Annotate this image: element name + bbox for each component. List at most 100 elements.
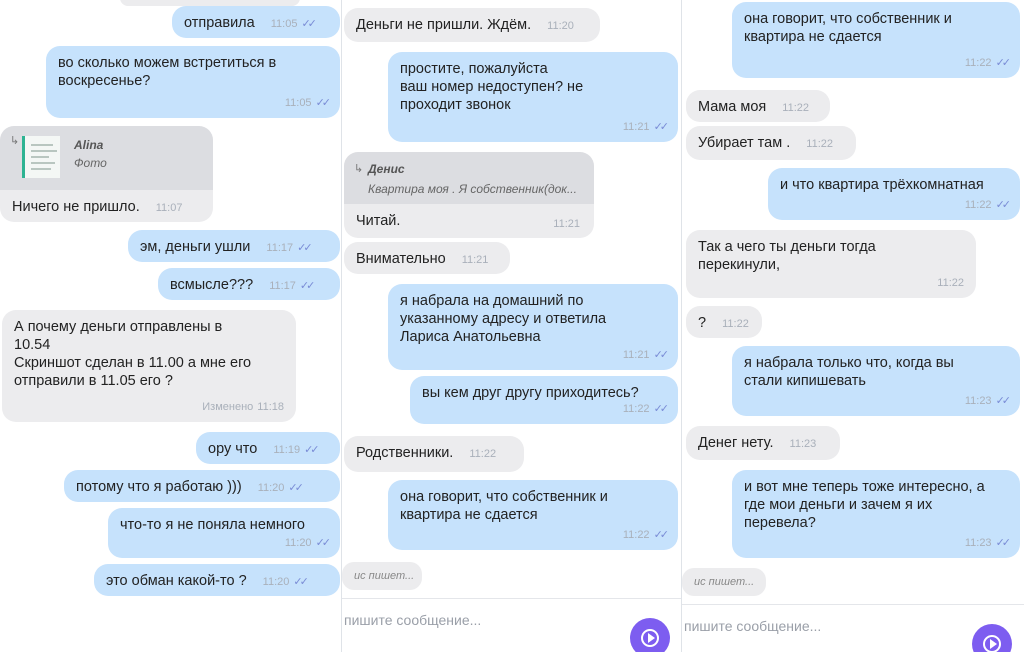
message-bubble[interactable]: это обман какой-то ? 11:20 ✓✓ — [94, 564, 340, 596]
message-text: Мама моя — [698, 99, 767, 115]
message-text: ору что — [208, 441, 258, 457]
message-text: я набрала только что, когда вы стали кип… — [744, 355, 954, 389]
message-bubble[interactable]: Денег нету. 11:23 — [686, 426, 840, 460]
message-time: 11:21 — [461, 254, 489, 266]
compose-divider — [342, 598, 682, 599]
send-voice-button[interactable] — [972, 624, 1012, 652]
message-time: 11:05 — [284, 97, 312, 109]
message-text: она говорит, что собственник и квартира … — [744, 11, 952, 45]
reply-author: Денис — [368, 162, 405, 176]
double-check-icon: ✓✓ — [995, 57, 1012, 69]
reply-preview: Квартира моя . Я собственник(док... — [368, 182, 577, 196]
double-check-icon: ✓✓ — [653, 403, 670, 415]
message-text: ? — [698, 315, 707, 331]
message-text: Деньги не пришли. Ждём. — [356, 17, 532, 33]
reply-arrow-icon: ↳ — [354, 163, 364, 175]
message-bubble[interactable]: Читай. 11:21 — [344, 204, 594, 238]
message-text: Читай. — [356, 213, 401, 229]
message-bubble[interactable]: Так а чего ты деньги тогда перекинули, 1… — [686, 230, 976, 298]
message-bubble[interactable]: и что квартира трёхкомнатная 11:22 ✓✓ — [768, 168, 1020, 220]
message-text: Денег нету. — [698, 435, 774, 451]
message-time: 11:22 — [964, 57, 992, 69]
message-text: отправила — [184, 15, 255, 31]
message-text: Так а чего ты деньги тогда перекинули, — [698, 239, 876, 273]
double-check-icon: ✓✓ — [315, 97, 332, 109]
message-bubble[interactable]: она говорит, что собственник и квартира … — [732, 2, 1020, 78]
message-time: 11:22 — [622, 529, 650, 541]
reply-author: Alina — [74, 138, 104, 152]
message-bubble[interactable]: во сколько можем встретиться в воскресен… — [46, 46, 340, 118]
message-bubble[interactable]: и вот мне теперь тоже интересно, а где м… — [732, 470, 1020, 558]
message-bubble[interactable]: она говорит, что собственник и квартира … — [388, 480, 678, 550]
double-check-icon: ✓✓ — [301, 18, 317, 30]
reply-arrow-icon: ↳ — [10, 135, 20, 147]
compose-divider — [682, 604, 1024, 605]
message-bubble[interactable]: Родственники. 11:22 — [344, 436, 524, 472]
message-time: 11:23 — [964, 395, 992, 407]
message-input[interactable]: пишите сообщение... — [344, 612, 481, 628]
message-time: 11:07 — [155, 202, 183, 214]
message-text: Родственники. — [356, 445, 454, 461]
message-time: 11:17 — [266, 242, 294, 254]
double-check-icon: ✓✓ — [315, 537, 332, 549]
message-bubble[interactable]: вы кем друг другу приходитесь? 11:22 ✓✓ — [410, 376, 678, 424]
message-text: вы кем друг другу приходитесь? — [422, 385, 639, 401]
message-text: она говорит, что собственник и квартира … — [400, 489, 608, 523]
message-text: я набрала на домашний по указанному адре… — [400, 293, 607, 345]
message-time: 11:21 — [622, 349, 650, 361]
message-text: что-то я не поняла немного — [120, 517, 305, 533]
message-bubble[interactable]: всмысле??? 11:17 ✓✓ — [158, 268, 340, 300]
message-time: 11:22 — [622, 403, 650, 415]
message-time: 11:22 — [722, 318, 749, 330]
message-time: 11:19 — [273, 444, 301, 456]
message-text: это обман какой-то ? — [106, 573, 247, 589]
message-bubble[interactable]: эм, деньги ушли 11:17 ✓✓ — [128, 230, 340, 262]
message-bubble[interactable]: потому что я работаю ))) 11:20 ✓✓ — [64, 470, 340, 502]
message-bubble[interactable]: что-то я не поняла немного 11:20 ✓✓ — [108, 508, 340, 558]
typing-indicator: ис пишет... — [342, 562, 422, 590]
message-time: 11:21 — [553, 218, 580, 230]
message-bubble[interactable]: я набрала на домашний по указанному адре… — [388, 284, 678, 370]
reply-quote[interactable]: ↳ Денис Квартира моя . Я собственник(док… — [344, 152, 594, 204]
message-time: 11:23 — [964, 537, 992, 549]
message-input[interactable]: пишите сообщение... — [684, 618, 821, 634]
reply-quote[interactable]: ↳ Alina Фото — [0, 126, 213, 190]
message-time: 11:17 — [269, 280, 296, 292]
message-text: потому что я работаю ))) — [76, 479, 242, 495]
double-check-icon: ✓✓ — [297, 242, 313, 254]
message-bubble[interactable]: Деньги не пришли. Ждём. 11:20 — [344, 8, 600, 42]
message-bubble[interactable]: Внимательно 11:21 — [344, 242, 510, 274]
message-bubble[interactable]: я набрала только что, когда вы стали кип… — [732, 346, 1020, 416]
double-check-icon: ✓✓ — [653, 529, 670, 541]
photo-thumbnail[interactable] — [22, 136, 60, 178]
double-check-icon: ✓✓ — [995, 395, 1012, 407]
send-voice-button[interactable] — [630, 618, 670, 652]
edited-label: Изменено — [202, 401, 254, 413]
double-check-icon: ✓✓ — [653, 121, 670, 133]
reply-preview: Фото — [74, 156, 107, 170]
message-text: Внимательно — [356, 251, 446, 267]
message-time: 11:22 — [782, 102, 810, 114]
message-time: 11:18 — [257, 401, 284, 413]
message-text: и что квартира трёхкомнатная — [780, 177, 984, 193]
message-bubble[interactable]: отправила 11:05 ✓✓ — [172, 6, 340, 38]
chat-panel-3: она говорит, что собственник и квартира … — [682, 0, 1024, 652]
message-time: 11:22 — [964, 199, 992, 211]
message-time: 11:22 — [806, 138, 833, 150]
message-bubble[interactable]: ору что 11:19 ✓✓ — [196, 432, 340, 464]
message-bubble[interactable]: А почему деньги отправлены в 10.54 Скрин… — [2, 310, 296, 422]
chat-panel-1: отправила 11:05 ✓✓ во сколько можем встре… — [0, 0, 342, 652]
message-text: всмысле??? — [170, 277, 254, 293]
message-time: 11:21 — [622, 121, 650, 133]
message-text: во сколько можем встретиться в воскресен… — [58, 55, 277, 89]
message-text: и вот мне теперь тоже интересно, а где м… — [744, 479, 985, 531]
message-bubble[interactable]: Ничего не пришло. 11:07 — [0, 190, 213, 222]
double-check-icon: ✓✓ — [995, 537, 1012, 549]
message-bubble[interactable]: Мама моя 11:22 — [686, 90, 830, 122]
double-check-icon: ✓✓ — [288, 482, 304, 494]
message-text: простите, пожалуйста ваш номер недоступе… — [400, 61, 584, 113]
message-bubble[interactable]: Убирает там . 11:22 — [686, 126, 856, 160]
message-bubble[interactable]: простите, пожалуйста ваш номер недоступе… — [388, 52, 678, 142]
message-bubble[interactable]: ? 11:22 — [686, 306, 762, 338]
message-time: 11:20 — [257, 482, 285, 494]
